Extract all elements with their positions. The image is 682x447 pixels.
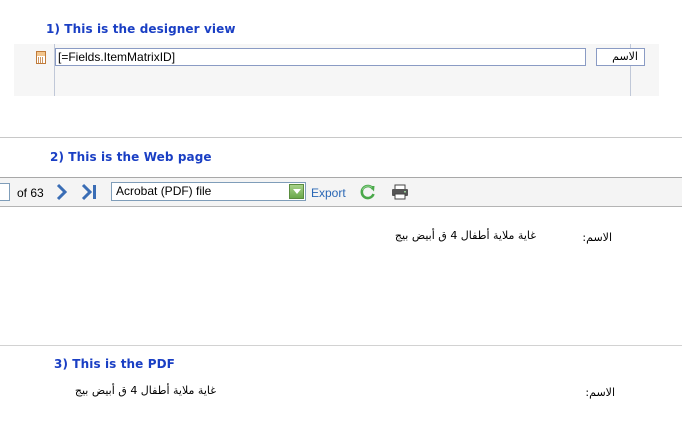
section-divider-2 (0, 345, 682, 346)
refresh-button[interactable] (359, 183, 377, 201)
last-page-button[interactable] (80, 183, 100, 201)
report-designer-surface: [=Fields.ItemMatrixID] الاسم (14, 44, 659, 96)
web-item-name-value: غاية ملاية أطفال 4 ق أبيض بيج (394, 229, 536, 242)
refresh-icon (360, 184, 375, 200)
label-textbox[interactable]: الاسم (596, 48, 645, 66)
chevron-down-icon[interactable] (289, 184, 304, 199)
page-number-input[interactable] (0, 183, 10, 201)
calculator-icon (36, 51, 46, 64)
export-format-value: Acrobat (PDF) file (116, 184, 212, 198)
pdf-item-name-value: غاية ملاية أطفال 4 ق أبيض بيج (74, 384, 216, 397)
export-format-select[interactable]: Acrobat (PDF) file (111, 182, 306, 201)
export-link[interactable]: Export (311, 186, 346, 200)
pdf-heading: 3) This is the PDF (54, 357, 175, 371)
next-page-button[interactable] (55, 183, 69, 201)
web-page-heading: 2) This is the Web page (50, 150, 212, 164)
chevron-right-icon (56, 183, 68, 201)
print-button[interactable] (391, 184, 409, 200)
pdf-item-name-label: الاسم: (585, 386, 615, 399)
field-expression-textbox[interactable]: [=Fields.ItemMatrixID] (55, 48, 586, 66)
report-viewer-toolbar: of 63 Acrobat (PDF) file Export (0, 177, 682, 207)
last-page-icon (81, 183, 96, 201)
web-item-name-label: الاسم: (582, 231, 612, 244)
printer-icon (392, 184, 408, 200)
designer-view-heading: 1) This is the designer view (46, 22, 236, 36)
page-count-label: of 63 (17, 186, 44, 200)
section-divider-1 (0, 137, 682, 138)
